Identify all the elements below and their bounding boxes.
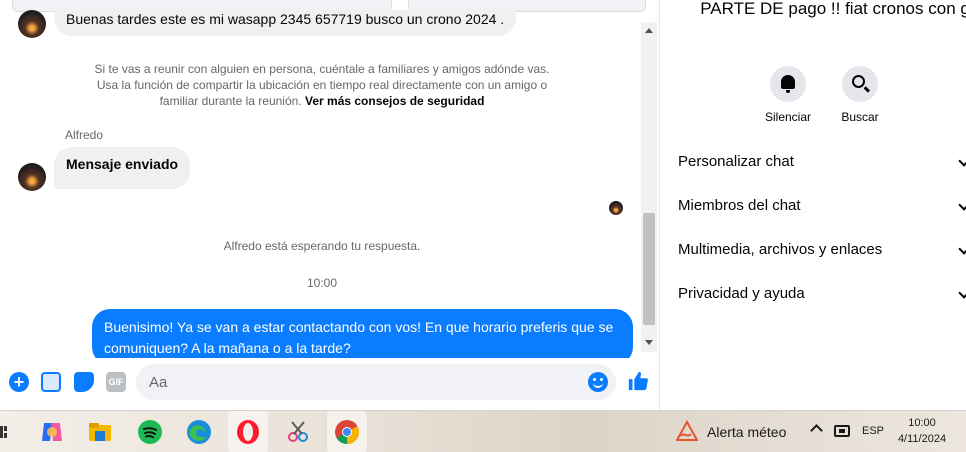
- chat-pane: Buenas tardes este es mi wasapp 2345 657…: [0, 0, 660, 410]
- incoming-message-bubble[interactable]: Buenas tardes este es mi wasapp 2345 657…: [54, 10, 517, 36]
- menu-item-chat-members[interactable]: Miembros del chat: [678, 194, 966, 218]
- chat-title: PARTE DE pago !! fiat cronos con gnc: [700, 0, 966, 18]
- sender-name: Alfredo: [65, 128, 104, 142]
- message-timestamp: 10:00: [306, 276, 338, 290]
- chevron-down-icon: [958, 287, 966, 299]
- mute-action[interactable]: Silenciar: [758, 66, 818, 124]
- scroll-up-arrow-icon[interactable]: [645, 28, 653, 33]
- emoji-icon[interactable]: [588, 372, 608, 392]
- menu-item-customize-chat[interactable]: Personalizar chat: [678, 150, 966, 174]
- network-icon[interactable]: [834, 425, 850, 437]
- avatar[interactable]: [18, 163, 46, 191]
- mute-label: Silenciar: [764, 110, 812, 124]
- safety-notice: Si te vas a reunir con alguien en person…: [92, 61, 552, 109]
- input-language[interactable]: ESP: [862, 425, 884, 437]
- search-action[interactable]: Buscar: [830, 66, 890, 124]
- menu-item-label: Miembros del chat: [678, 197, 801, 214]
- screen: Buenas tardes este es mi wasapp 2345 657…: [0, 0, 966, 452]
- menu-item-privacy-help[interactable]: Privacidad y ayuda: [678, 282, 966, 306]
- mute-button[interactable]: [770, 66, 806, 102]
- scroll-down-arrow-icon[interactable]: [645, 340, 653, 345]
- bell-icon: [781, 75, 795, 93]
- search-label: Buscar: [841, 110, 879, 124]
- chat-info-pane: PARTE DE pago !! fiat cronos con gnc Sil…: [661, 0, 966, 410]
- incoming-message-bubble[interactable]: Mensaje enviado: [54, 147, 191, 189]
- message-row-top: Buenas tardes este es mi wasapp 2345 657…: [18, 10, 517, 38]
- scrollbar-thumb[interactable]: [643, 213, 655, 325]
- chevron-down-icon: [958, 243, 966, 255]
- snipping-tool-icon[interactable]: [284, 418, 312, 446]
- message-row-incoming: Mensaje enviado: [18, 147, 191, 191]
- chevron-down-icon: [958, 199, 966, 211]
- edge-icon[interactable]: [185, 418, 213, 446]
- clock-time: 10:00: [908, 417, 936, 429]
- search-button[interactable]: [842, 66, 878, 102]
- chevron-up-icon[interactable]: [810, 424, 823, 437]
- like-icon[interactable]: [626, 370, 650, 394]
- avatar[interactable]: [18, 10, 46, 38]
- outgoing-message-bubble[interactable]: Buenisimo! Ya se van a estar contactando…: [92, 309, 633, 365]
- weather-label[interactable]: Alerta méteo: [707, 424, 786, 440]
- weather-alert-icon[interactable]: [676, 420, 698, 442]
- copilot-icon[interactable]: [38, 418, 66, 446]
- message-input[interactable]: [136, 364, 616, 400]
- opera-icon[interactable]: [234, 418, 262, 446]
- search-icon: [852, 75, 865, 88]
- system-clock[interactable]: 10:00 4/11/2024: [893, 415, 951, 447]
- chrome-icon[interactable]: [333, 418, 361, 446]
- chevron-down-icon: [958, 155, 966, 167]
- menu-item-label: Multimedia, archivos y enlaces: [678, 241, 883, 258]
- clock-date: 4/11/2024: [897, 433, 947, 445]
- gif-icon[interactable]: GIF: [106, 372, 126, 392]
- menu-item-label: Personalizar chat: [678, 153, 794, 170]
- message-composer: + GIF: [0, 358, 659, 410]
- menu-item-label: Privacidad y ayuda: [678, 285, 805, 302]
- file-explorer-icon[interactable]: [86, 418, 114, 446]
- menu-item-media-files-links[interactable]: Multimedia, archivos y enlaces: [678, 238, 966, 262]
- waiting-status: Alfredo está esperando tu respuesta.: [223, 239, 421, 253]
- spotify-icon[interactable]: [136, 418, 164, 446]
- windows-taskbar: Alerta méteo ESP 10:00 4/11/2024: [0, 410, 966, 452]
- image-icon[interactable]: [41, 372, 61, 392]
- sticker-icon[interactable]: [74, 372, 94, 392]
- safety-tips-link[interactable]: Ver más consejos de seguridad: [305, 94, 484, 108]
- plus-icon[interactable]: +: [9, 372, 29, 392]
- seen-receipt-avatar: [609, 201, 623, 215]
- widgets-icon[interactable]: [0, 426, 8, 438]
